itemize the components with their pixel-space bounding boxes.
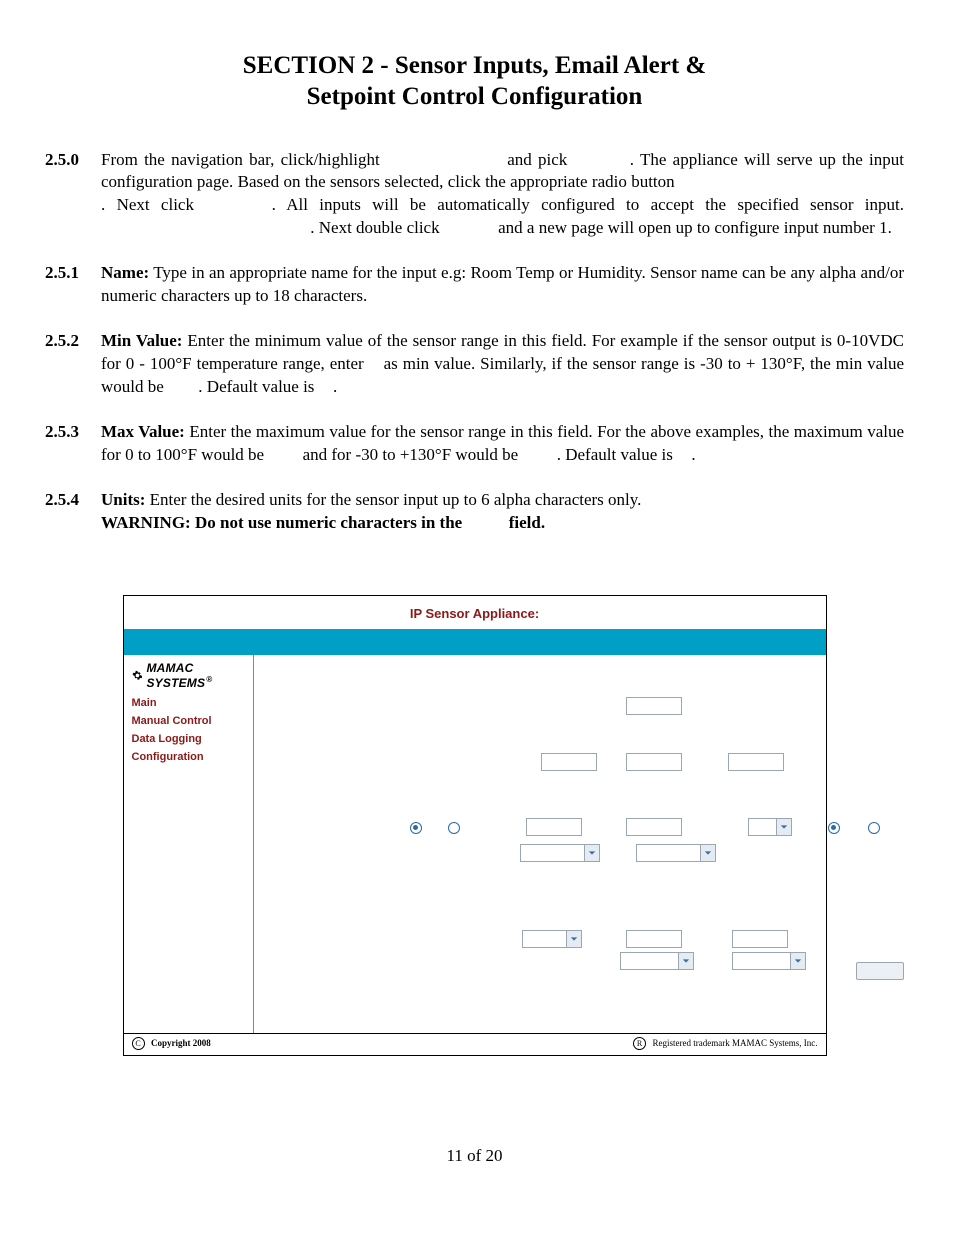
- dropdown-3[interactable]: [522, 930, 582, 948]
- dropdown-1[interactable]: [520, 844, 600, 862]
- brand-name: MAMAC SYSTEMS: [146, 661, 205, 690]
- item-number: 2.5.1: [45, 262, 101, 308]
- field-label: Name:: [101, 263, 149, 282]
- item-body: Units: Enter the desired units for the s…: [101, 489, 904, 535]
- dropdown-5[interactable]: [732, 952, 806, 970]
- warning-text: field.: [509, 513, 545, 532]
- nav-manual-control[interactable]: Manual Control: [132, 712, 245, 730]
- units-input[interactable]: [728, 753, 784, 771]
- item-body: Min Value: Enter the minimum value of th…: [101, 330, 904, 399]
- item-number: 2.5.0: [45, 149, 101, 241]
- item-body: From the navigation bar, click/highlight…: [101, 149, 904, 241]
- dropdown-4[interactable]: [620, 952, 694, 970]
- text: . Default value is: [198, 377, 318, 396]
- nav-configuration[interactable]: Configuration: [132, 748, 245, 766]
- item-2-5-0: 2.5.0 From the navigation bar, click/hig…: [45, 149, 904, 241]
- trademark: R Registered trademark MAMAC Systems, In…: [633, 1037, 817, 1050]
- text: . Next click: [101, 195, 205, 214]
- screenshot-panel: IP Sensor Appliance: MAMAC SYSTEMS® Main: [123, 595, 827, 1056]
- section-title-line-2: Setpoint Control Configuration: [307, 83, 643, 110]
- item-2-5-1: 2.5.1 Name: Type in an appropriate name …: [45, 262, 904, 308]
- sidebar: MAMAC SYSTEMS® Main Manual Control Data …: [124, 655, 254, 1033]
- text: Enter the desired units for the sensor i…: [150, 490, 642, 509]
- text: Type in an appropriate name for the inpu…: [101, 263, 904, 305]
- registered-icon: R: [633, 1037, 646, 1050]
- text: . All inputs will be automatically confi…: [272, 195, 904, 214]
- text: . Default value is: [557, 445, 677, 464]
- chevron-down-icon: [776, 819, 791, 835]
- brand-logo: MAMAC SYSTEMS®: [132, 661, 245, 690]
- nav-main[interactable]: Main: [132, 694, 245, 712]
- copyright-text: Copyright 2008: [151, 1038, 211, 1048]
- setpoint-input-1[interactable]: [526, 818, 582, 836]
- item-2-5-4: 2.5.4 Units: Enter the desired units for…: [45, 489, 904, 535]
- name-input[interactable]: [626, 697, 682, 715]
- item-number: 2.5.3: [45, 421, 101, 467]
- units-dropdown[interactable]: [748, 818, 792, 836]
- chevron-down-icon: [566, 931, 581, 947]
- page-number: 11 of 20: [45, 1146, 904, 1166]
- field-label: Max Value:: [101, 422, 185, 441]
- item-2-5-2: 2.5.2 Min Value: Enter the minimum value…: [45, 330, 904, 399]
- item-body: Name: Type in an appropriate name for th…: [101, 262, 904, 308]
- brand-registered: ®: [206, 675, 212, 684]
- item-body: Max Value: Enter the maximum value for t…: [101, 421, 904, 467]
- chevron-down-icon: [584, 845, 599, 861]
- threshold-input-1[interactable]: [626, 930, 682, 948]
- threshold-input-2[interactable]: [732, 930, 788, 948]
- screenshot-title: IP Sensor Appliance:: [124, 596, 826, 629]
- submit-button[interactable]: [856, 962, 904, 980]
- copyright: C Copyright 2008: [132, 1037, 211, 1050]
- screenshot-footer: C Copyright 2008 R Registered trademark …: [124, 1033, 826, 1055]
- text: .: [333, 377, 337, 396]
- copyright-icon: C: [132, 1037, 145, 1050]
- text: . Next double click: [310, 218, 444, 237]
- nav-data-logging[interactable]: Data Logging: [132, 730, 245, 748]
- text: and a new page will open up to configure…: [498, 218, 892, 237]
- radio-option-b[interactable]: [448, 822, 460, 834]
- trademark-text: Registered trademark MAMAC Systems, Inc.: [653, 1038, 818, 1048]
- setpoint-input-2[interactable]: [626, 818, 682, 836]
- section-title-line-1: SECTION 2 - Sensor Inputs, Email Alert &: [243, 52, 707, 79]
- form-area: [254, 655, 826, 1033]
- item-2-5-3: 2.5.3 Max Value: Enter the maximum value…: [45, 421, 904, 467]
- dropdown-2[interactable]: [636, 844, 716, 862]
- item-number: 2.5.4: [45, 489, 101, 535]
- gear-icon: [132, 669, 143, 682]
- field-label: Min Value:: [101, 331, 182, 350]
- warning-text: WARNING: Do not use numeric characters i…: [101, 513, 466, 532]
- item-number: 2.5.2: [45, 330, 101, 399]
- radio-option-d[interactable]: [868, 822, 880, 834]
- chevron-down-icon: [790, 953, 805, 969]
- sidebar-nav: Main Manual Control Data Logging Configu…: [132, 694, 245, 766]
- radio-option-c-selected[interactable]: [828, 822, 840, 834]
- chevron-down-icon: [678, 953, 693, 969]
- min-value-input[interactable]: [541, 753, 597, 771]
- text: and pick: [507, 150, 573, 169]
- brand-text: MAMAC SYSTEMS®: [146, 661, 244, 690]
- text: .: [691, 445, 695, 464]
- text: From the navigation bar, click/highlight: [101, 150, 386, 169]
- field-label: Units:: [101, 490, 145, 509]
- radio-option-a-selected[interactable]: [410, 822, 422, 834]
- text: and for -30 to +130°F would be: [303, 445, 523, 464]
- max-value-input[interactable]: [626, 753, 682, 771]
- chevron-down-icon: [700, 845, 715, 861]
- section-title: SECTION 2 - Sensor Inputs, Email Alert &…: [45, 50, 904, 113]
- title-band: [124, 629, 826, 655]
